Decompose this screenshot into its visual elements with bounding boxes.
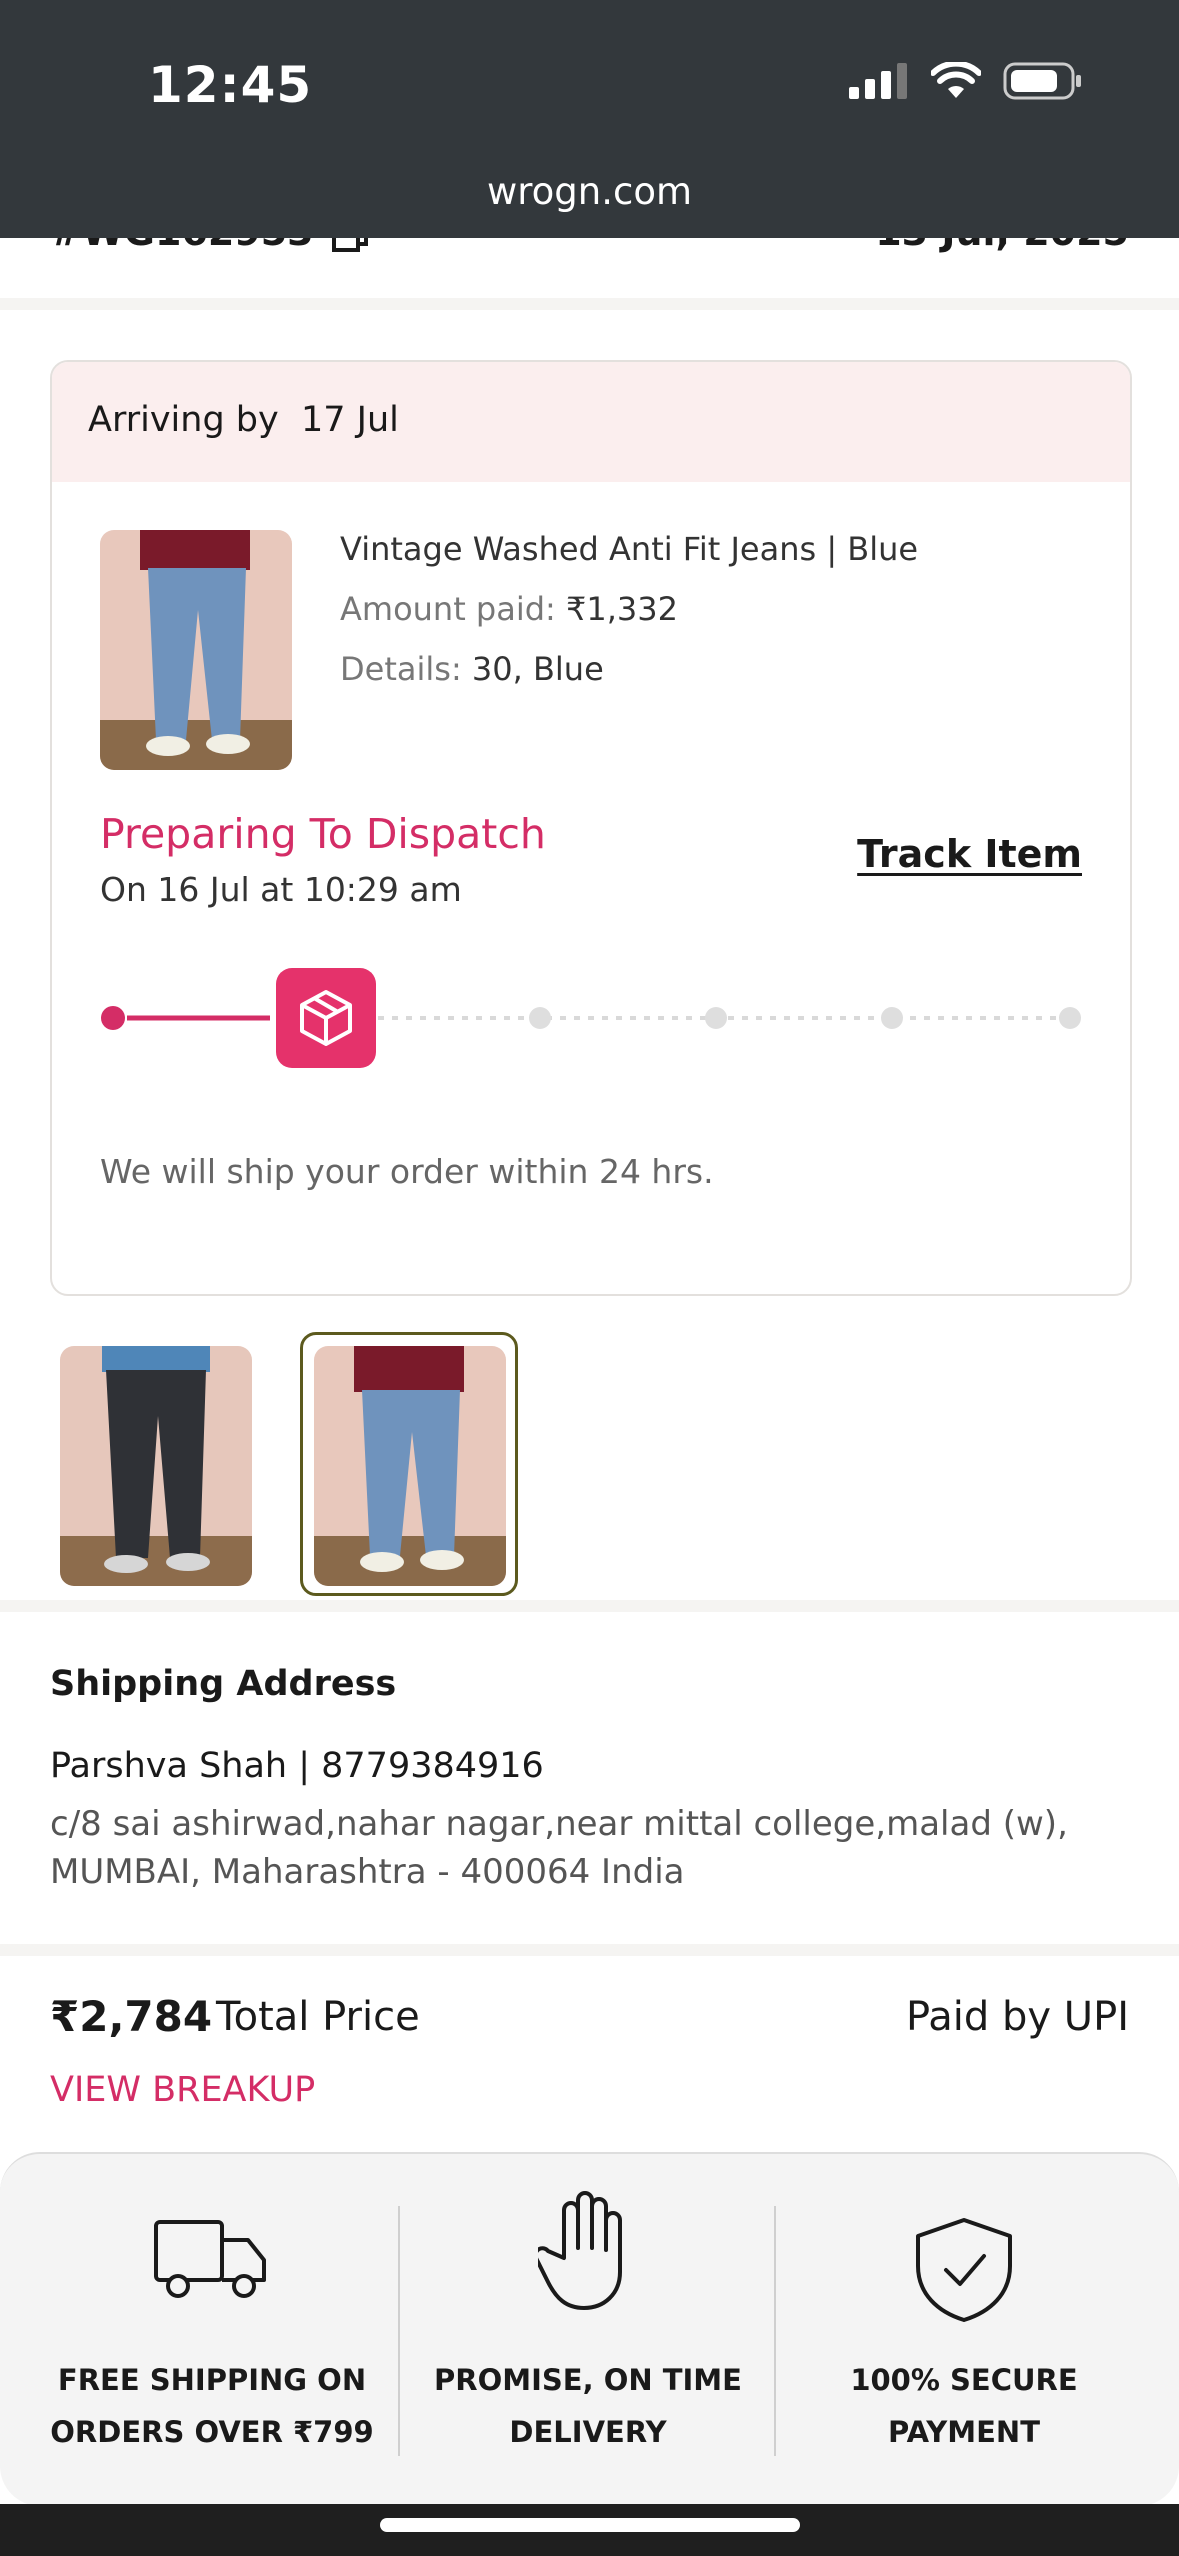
trust-line1: 100% SECURE bbox=[850, 2363, 1078, 2397]
product-thumb-black[interactable] bbox=[60, 1346, 252, 1586]
trust-secure-payment: 100% SECURE PAYMENT bbox=[776, 2154, 1152, 2506]
amount-value: ₹1,332 bbox=[566, 590, 678, 628]
shipment-status: Preparing To Dispatch bbox=[100, 810, 546, 858]
black-jeans-photo-icon bbox=[60, 1346, 252, 1586]
progress-dot bbox=[881, 1007, 903, 1029]
divider bbox=[0, 1944, 1179, 1956]
divider bbox=[0, 1600, 1179, 1612]
progress-dot bbox=[1059, 1007, 1081, 1029]
total-price: ₹2,784 bbox=[50, 1992, 213, 2041]
trust-line1: FREE SHIPPING ON bbox=[57, 2363, 367, 2397]
order-id: #WG162953 bbox=[50, 238, 368, 254]
trust-text: 100% SECURE PAYMENT bbox=[776, 2354, 1152, 2458]
truck-icon bbox=[154, 2220, 266, 2298]
trust-free-shipping: FREE SHIPPING ON ORDERS OVER ₹799 bbox=[24, 2154, 400, 2506]
product-image[interactable] bbox=[100, 530, 292, 770]
progress-dot-done bbox=[101, 1006, 125, 1030]
url-bar[interactable]: wrogn.com bbox=[0, 170, 1179, 213]
address-name-phone: Parshva Shah | 8779384916 bbox=[50, 1746, 544, 1786]
trust-line1: PROMISE, ON TIME bbox=[434, 2363, 742, 2397]
progress-dot bbox=[529, 1007, 551, 1029]
shipment-card: Arriving by 17 Jul Vintage Washed Anti F… bbox=[50, 360, 1132, 1296]
shield-check-icon bbox=[916, 2218, 1012, 2322]
address-title: Shipping Address bbox=[50, 1664, 397, 1704]
product-details: Details: 30, Blue bbox=[340, 650, 604, 688]
total-price-label: Total Price bbox=[216, 1994, 420, 2040]
product-thumb-blue[interactable] bbox=[314, 1346, 506, 1586]
arriving-label: Arriving by bbox=[88, 400, 279, 440]
view-breakup-link[interactable]: VIEW BREAKUP bbox=[50, 2070, 315, 2110]
product-name[interactable]: Vintage Washed Anti Fit Jeans | Blue bbox=[340, 530, 918, 568]
trust-text: FREE SHIPPING ON ORDERS OVER ₹799 bbox=[24, 2354, 400, 2458]
home-indicator[interactable] bbox=[380, 2518, 800, 2532]
payment-method: Paid by UPI bbox=[905, 1994, 1129, 2040]
status-icons bbox=[849, 62, 1083, 100]
wifi-icon bbox=[931, 62, 981, 98]
order-header: #WG162953 13 Jul, 2025 bbox=[0, 238, 1179, 298]
track-item-link[interactable]: Track Item bbox=[857, 832, 1082, 876]
ship-message: We will ship your order within 24 hrs. bbox=[100, 1152, 714, 1191]
status-timestamp: On 16 Jul at 10:29 am bbox=[100, 870, 462, 909]
arrival-header: Arriving by 17 Jul bbox=[52, 362, 1130, 482]
progress-dot bbox=[705, 1007, 727, 1029]
address-line: c/8 sai ashirwad,nahar nagar,near mittal… bbox=[50, 1804, 1068, 1892]
copy-icon[interactable] bbox=[331, 238, 368, 254]
signal-icon bbox=[849, 63, 907, 99]
arrival-text: Arriving by 17 Jul bbox=[88, 400, 399, 440]
details-value: 30, Blue bbox=[471, 650, 604, 688]
trust-line2: PAYMENT bbox=[888, 2415, 1040, 2449]
hand-icon bbox=[538, 2191, 622, 2310]
trust-on-time: PROMISE, ON TIME DELIVERY bbox=[400, 2154, 776, 2506]
trust-panel: FREE SHIPPING ON ORDERS OVER ₹799 PROMIS… bbox=[0, 2152, 1179, 2506]
progress-tracker bbox=[101, 968, 1081, 1068]
jeans-photo-icon bbox=[100, 530, 292, 770]
details-label: Details: bbox=[340, 650, 462, 688]
order-id-text: #WG162953 bbox=[50, 238, 314, 254]
blue-jeans-photo-icon bbox=[314, 1346, 506, 1586]
arriving-date: 17 Jul bbox=[301, 400, 399, 440]
amount-label: Amount paid: bbox=[340, 590, 556, 628]
status-time: 12:45 bbox=[148, 56, 313, 114]
divider bbox=[0, 298, 1179, 310]
battery-icon bbox=[1003, 62, 1081, 100]
order-date: 13 Jul, 2025 bbox=[875, 238, 1129, 254]
amount-paid: Amount paid: ₹1,332 bbox=[340, 590, 678, 628]
trust-line2: ORDERS OVER ₹799 bbox=[50, 2415, 374, 2449]
trust-line2: DELIVERY bbox=[509, 2415, 667, 2449]
trust-text: PROMISE, ON TIME DELIVERY bbox=[400, 2354, 776, 2458]
